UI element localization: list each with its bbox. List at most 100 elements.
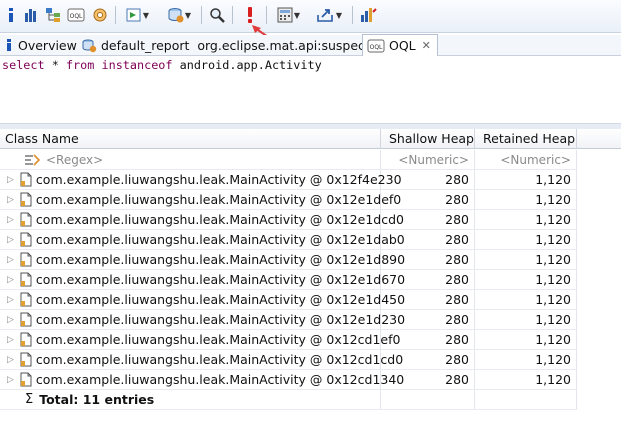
retained-heap-cell: 1,120 — [475, 210, 577, 229]
query-browser-button[interactable]: ▼ — [163, 5, 195, 25]
class-name-cell[interactable]: ▷ com.example.liuwangshu.leak.MainActivit… — [0, 310, 405, 329]
table-row[interactable]: ▷ com.example.liuwangshu.leak.MainActivit… — [0, 350, 577, 370]
class-name-cell[interactable]: ▷ com.example.liuwangshu.leak.MainActivit… — [0, 190, 401, 209]
table-row[interactable]: ▷ com.example.liuwangshu.leak.MainActivit… — [0, 230, 577, 250]
dominator-tree-button[interactable] — [44, 5, 62, 25]
shallow-heap-cell: 280 — [381, 290, 475, 309]
expand-arrow-icon[interactable]: ▷ — [7, 175, 14, 185]
class-name-cell[interactable]: ▷ com.example.liuwangshu.leak.MainActivit… — [0, 170, 402, 189]
class-name-label: com.example.liuwangshu.leak.MainActivity… — [35, 352, 404, 367]
calculator-button[interactable]: ▼ — [272, 5, 304, 25]
expand-arrow-icon[interactable]: ▷ — [7, 195, 14, 205]
class-name-cell[interactable]: ▷ com.example.liuwangshu.leak.MainActivit… — [0, 370, 404, 389]
shallow-heap-cell: 280 — [381, 310, 475, 329]
class-name-cell[interactable]: ▷ com.example.liuwangshu.leak.MainActivit… — [0, 270, 405, 289]
chevron-down-icon[interactable]: ▼ — [294, 11, 300, 20]
class-name-cell[interactable]: ▷ com.example.liuwangshu.leak.MainActivit… — [0, 330, 400, 349]
regex-filter-input[interactable]: <Regex> — [46, 153, 103, 167]
filter-row: <Regex> <Numeric> <Numeric> — [0, 150, 577, 170]
numeric-filter-retained[interactable]: <Numeric> — [475, 150, 577, 169]
class-name-cell[interactable]: ▷ com.example.liuwangshu.leak.MainActivit… — [0, 350, 403, 369]
run-reports-button[interactable]: ▼ — [122, 5, 152, 25]
toolbar-separator — [352, 6, 353, 24]
table-row[interactable]: ▷ com.example.liuwangshu.leak.MainActivit… — [0, 250, 577, 270]
expand-arrow-icon[interactable]: ▷ — [7, 295, 14, 305]
tab-default-report[interactable]: default_report org.eclipse.mat.api:suspe… — [81, 35, 376, 55]
object-instance-icon — [20, 232, 32, 247]
table-row[interactable]: ▷ com.example.liuwangshu.leak.MainActivit… — [0, 370, 577, 390]
export-icon — [317, 9, 333, 22]
oql-icon: OQL — [367, 39, 385, 52]
total-cell: Σ Total: 11 entries — [0, 390, 381, 409]
chevron-down-icon[interactable]: ▼ — [185, 11, 191, 20]
table-row[interactable]: ▷ com.example.liuwangshu.leak.MainActivit… — [0, 210, 577, 230]
chevron-down-icon[interactable]: ▼ — [143, 11, 149, 20]
shallow-heap-cell: 280 — [381, 230, 475, 249]
expand-arrow-icon[interactable]: ▷ — [7, 235, 14, 245]
export-button[interactable]: ▼ — [311, 5, 347, 25]
chevron-down-icon[interactable]: ▼ — [336, 11, 342, 20]
find-leaks-button[interactable] — [358, 5, 378, 25]
info-button[interactable] — [4, 5, 18, 25]
expand-arrow-icon[interactable]: ▷ — [7, 375, 14, 385]
execute-query-icon — [248, 7, 252, 23]
retained-heap-cell: 1,120 — [475, 290, 577, 309]
object-instance-icon — [20, 192, 32, 207]
table-row[interactable]: ▷ com.example.liuwangshu.leak.MainActivit… — [0, 310, 577, 330]
class-name-label: com.example.liuwangshu.leak.MainActivity… — [35, 272, 406, 287]
shallow-heap-cell: 280 — [381, 270, 475, 289]
execute-query-button[interactable] — [242, 5, 258, 25]
filter-cell-name[interactable]: <Regex> — [0, 150, 381, 169]
expand-arrow-icon[interactable]: ▷ — [7, 255, 14, 265]
query-text[interactable]: select * from instanceof android.app.Act… — [2, 58, 322, 72]
result-table: Class Name Shallow Heap Retained Heap <R… — [0, 129, 621, 426]
shallow-heap-cell: 280 — [381, 190, 475, 209]
expand-arrow-icon[interactable]: ▷ — [7, 355, 14, 365]
class-name-cell[interactable]: ▷ com.example.liuwangshu.leak.MainActivit… — [0, 290, 405, 309]
expand-arrow-icon[interactable]: ▷ — [7, 215, 14, 225]
histogram-button[interactable] — [22, 5, 40, 25]
oql-query-editor[interactable]: select * from instanceof android.app.Act… — [0, 56, 621, 123]
dominator-tree-icon — [46, 8, 60, 22]
total-shallow-cell — [381, 390, 475, 409]
object-instance-icon — [20, 272, 32, 287]
retained-heap-cell: 1,120 — [475, 350, 577, 369]
table-row[interactable]: ▷ com.example.liuwangshu.leak.MainActivit… — [0, 190, 577, 210]
oql-button[interactable]: OQL — [66, 5, 86, 25]
query-keyword-select: select — [2, 58, 45, 72]
query-class-name: android.app.Activity — [179, 58, 322, 72]
table-row[interactable]: ▷ com.example.liuwangshu.leak.MainActivit… — [0, 290, 577, 310]
table-row[interactable]: ▷ com.example.liuwangshu.leak.MainActivit… — [0, 270, 577, 290]
object-instance-icon — [20, 312, 32, 327]
close-icon[interactable]: ✕ — [422, 39, 431, 52]
search-button[interactable] — [207, 5, 227, 25]
shallow-heap-cell: 280 — [381, 210, 475, 229]
expand-arrow-icon[interactable]: ▷ — [7, 275, 14, 285]
table-row[interactable]: ▷ com.example.liuwangshu.leak.MainActivit… — [0, 170, 577, 190]
object-instance-icon — [20, 372, 32, 387]
class-name-cell[interactable]: ▷ com.example.liuwangshu.leak.MainActivit… — [0, 230, 405, 249]
info-icon — [7, 39, 11, 51]
retained-heap-cell: 1,120 — [475, 230, 577, 249]
class-name-cell[interactable]: ▷ com.example.liuwangshu.leak.MainActivit… — [0, 250, 405, 269]
histogram-icon — [25, 9, 36, 22]
total-row: Σ Total: 11 entries — [0, 390, 577, 410]
editor-tab-bar: Overview default_report org.eclipse.mat.… — [0, 34, 621, 56]
tab-overview[interactable]: Overview — [4, 35, 77, 55]
class-name-cell[interactable]: ▷ com.example.liuwangshu.leak.MainActivit… — [0, 210, 404, 229]
tab-oql[interactable]: OQL OQL ✕ — [362, 34, 438, 56]
column-header-filler — [577, 129, 621, 149]
column-header-shallow-heap[interactable]: Shallow Heap — [381, 129, 475, 149]
column-header-retained-heap[interactable]: Retained Heap — [475, 129, 577, 149]
report-icon — [82, 39, 97, 53]
column-header-class-name[interactable]: Class Name — [0, 129, 381, 149]
class-name-label: com.example.liuwangshu.leak.MainActivity… — [35, 172, 402, 187]
expand-arrow-icon[interactable]: ▷ — [7, 335, 14, 345]
retained-heap-cell: 1,120 — [475, 190, 577, 209]
class-name-label: com.example.liuwangshu.leak.MainActivity… — [35, 192, 402, 207]
shallow-heap-cell: 280 — [381, 170, 475, 189]
heap-overview-button[interactable] — [90, 5, 110, 25]
expand-arrow-icon[interactable]: ▷ — [7, 315, 14, 325]
numeric-filter-shallow[interactable]: <Numeric> — [381, 150, 475, 169]
table-row[interactable]: ▷ com.example.liuwangshu.leak.MainActivit… — [0, 330, 577, 350]
